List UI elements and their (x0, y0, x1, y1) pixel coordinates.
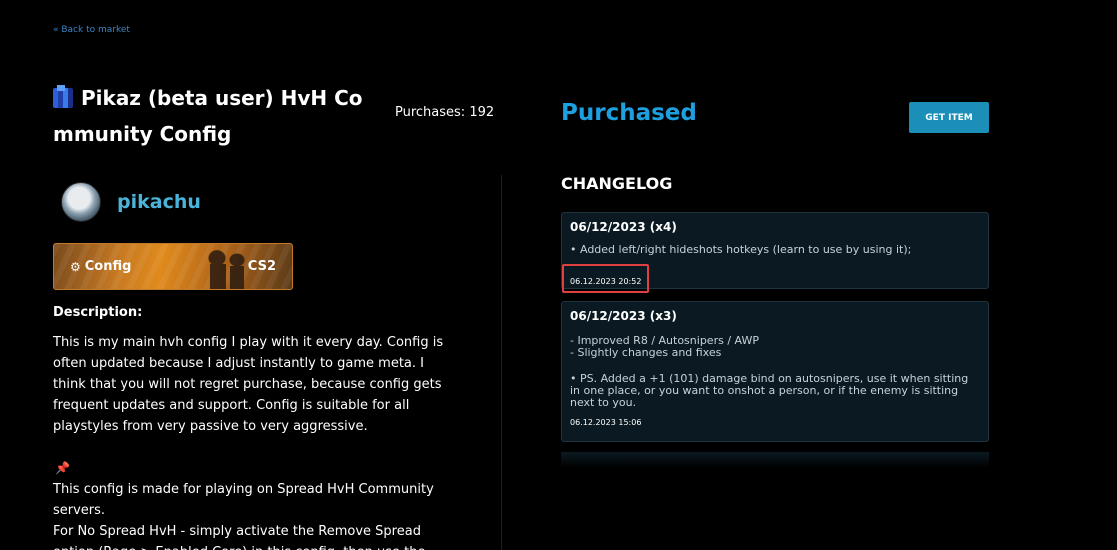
purchases-count: Purchases: 192 (395, 105, 495, 120)
entry-date: 06.12.2023 20:52 (570, 277, 642, 286)
get-item-button[interactable]: GET ITEM (909, 102, 989, 133)
changelog-title: CHANGELOG (561, 174, 673, 193)
soldiers-silhouette-image (202, 250, 252, 289)
product-banner: ⚙ Config CS2 (53, 243, 293, 290)
back-to-market-link[interactable]: « Back to market (53, 25, 130, 35)
title-row: Pikaz (beta user) HvH Community Config P… (53, 78, 494, 148)
entry-date-highlight: 06.12.2023 20:52 (562, 264, 650, 293)
description-paragraph: This is my main hvh config I play with i… (53, 335, 444, 434)
avatar[interactable] (61, 182, 101, 222)
description-line: For No Spread HvH - simply activate the … (53, 524, 425, 550)
entry-title: 06/12/2023 (x3) (570, 309, 677, 323)
description-heading: Description: (53, 305, 143, 320)
category-text: Config (84, 259, 132, 274)
entry-line: • PS. Added a +1 (101) damage bind on au… (570, 372, 969, 409)
product-title-block: Pikaz (beta user) HvH Community Config (53, 80, 383, 152)
author[interactable]: pikachu (61, 182, 201, 222)
entry-line: - Slightly changes and fixes (570, 346, 722, 359)
pushpin-icon: 📌 (55, 461, 70, 475)
entry-title: 06/12/2023 (x4) (570, 220, 677, 234)
gear-icon: ⚙ (70, 259, 81, 274)
changelog-entry: 06/12/2023 (x4) • Added left/right hides… (561, 212, 989, 293)
product-title: Pikaz (beta user) HvH Community Config (53, 86, 363, 146)
entry-date: 06.12.2023 15:06 (570, 418, 642, 427)
column-divider (501, 175, 502, 550)
product-details: Pikaz (beta user) HvH Community Config P… (53, 78, 494, 550)
description-notes: This config is made for playing on Sprea… (53, 479, 453, 550)
category-label: ⚙ Config (70, 259, 131, 274)
changelog-entry: 06/12/2023 (x3) - Improved R8 / Autosnip… (561, 301, 989, 442)
game-label: CS2 (247, 259, 276, 274)
purchase-status: Purchased (561, 100, 697, 126)
entry-line: • Added left/right hideshots hotkeys (le… (570, 243, 912, 256)
description-line: This config is made for playing on Sprea… (53, 482, 434, 518)
page: « Back to market Pikaz (beta user) HvH C… (0, 0, 1117, 550)
changelog-fade (561, 452, 989, 468)
author-name[interactable]: pikachu (117, 191, 201, 213)
city-skyline-icon (53, 85, 73, 108)
entry-lines: - Improved R8 / Autosnipers / AWP - Slig… (570, 335, 980, 409)
